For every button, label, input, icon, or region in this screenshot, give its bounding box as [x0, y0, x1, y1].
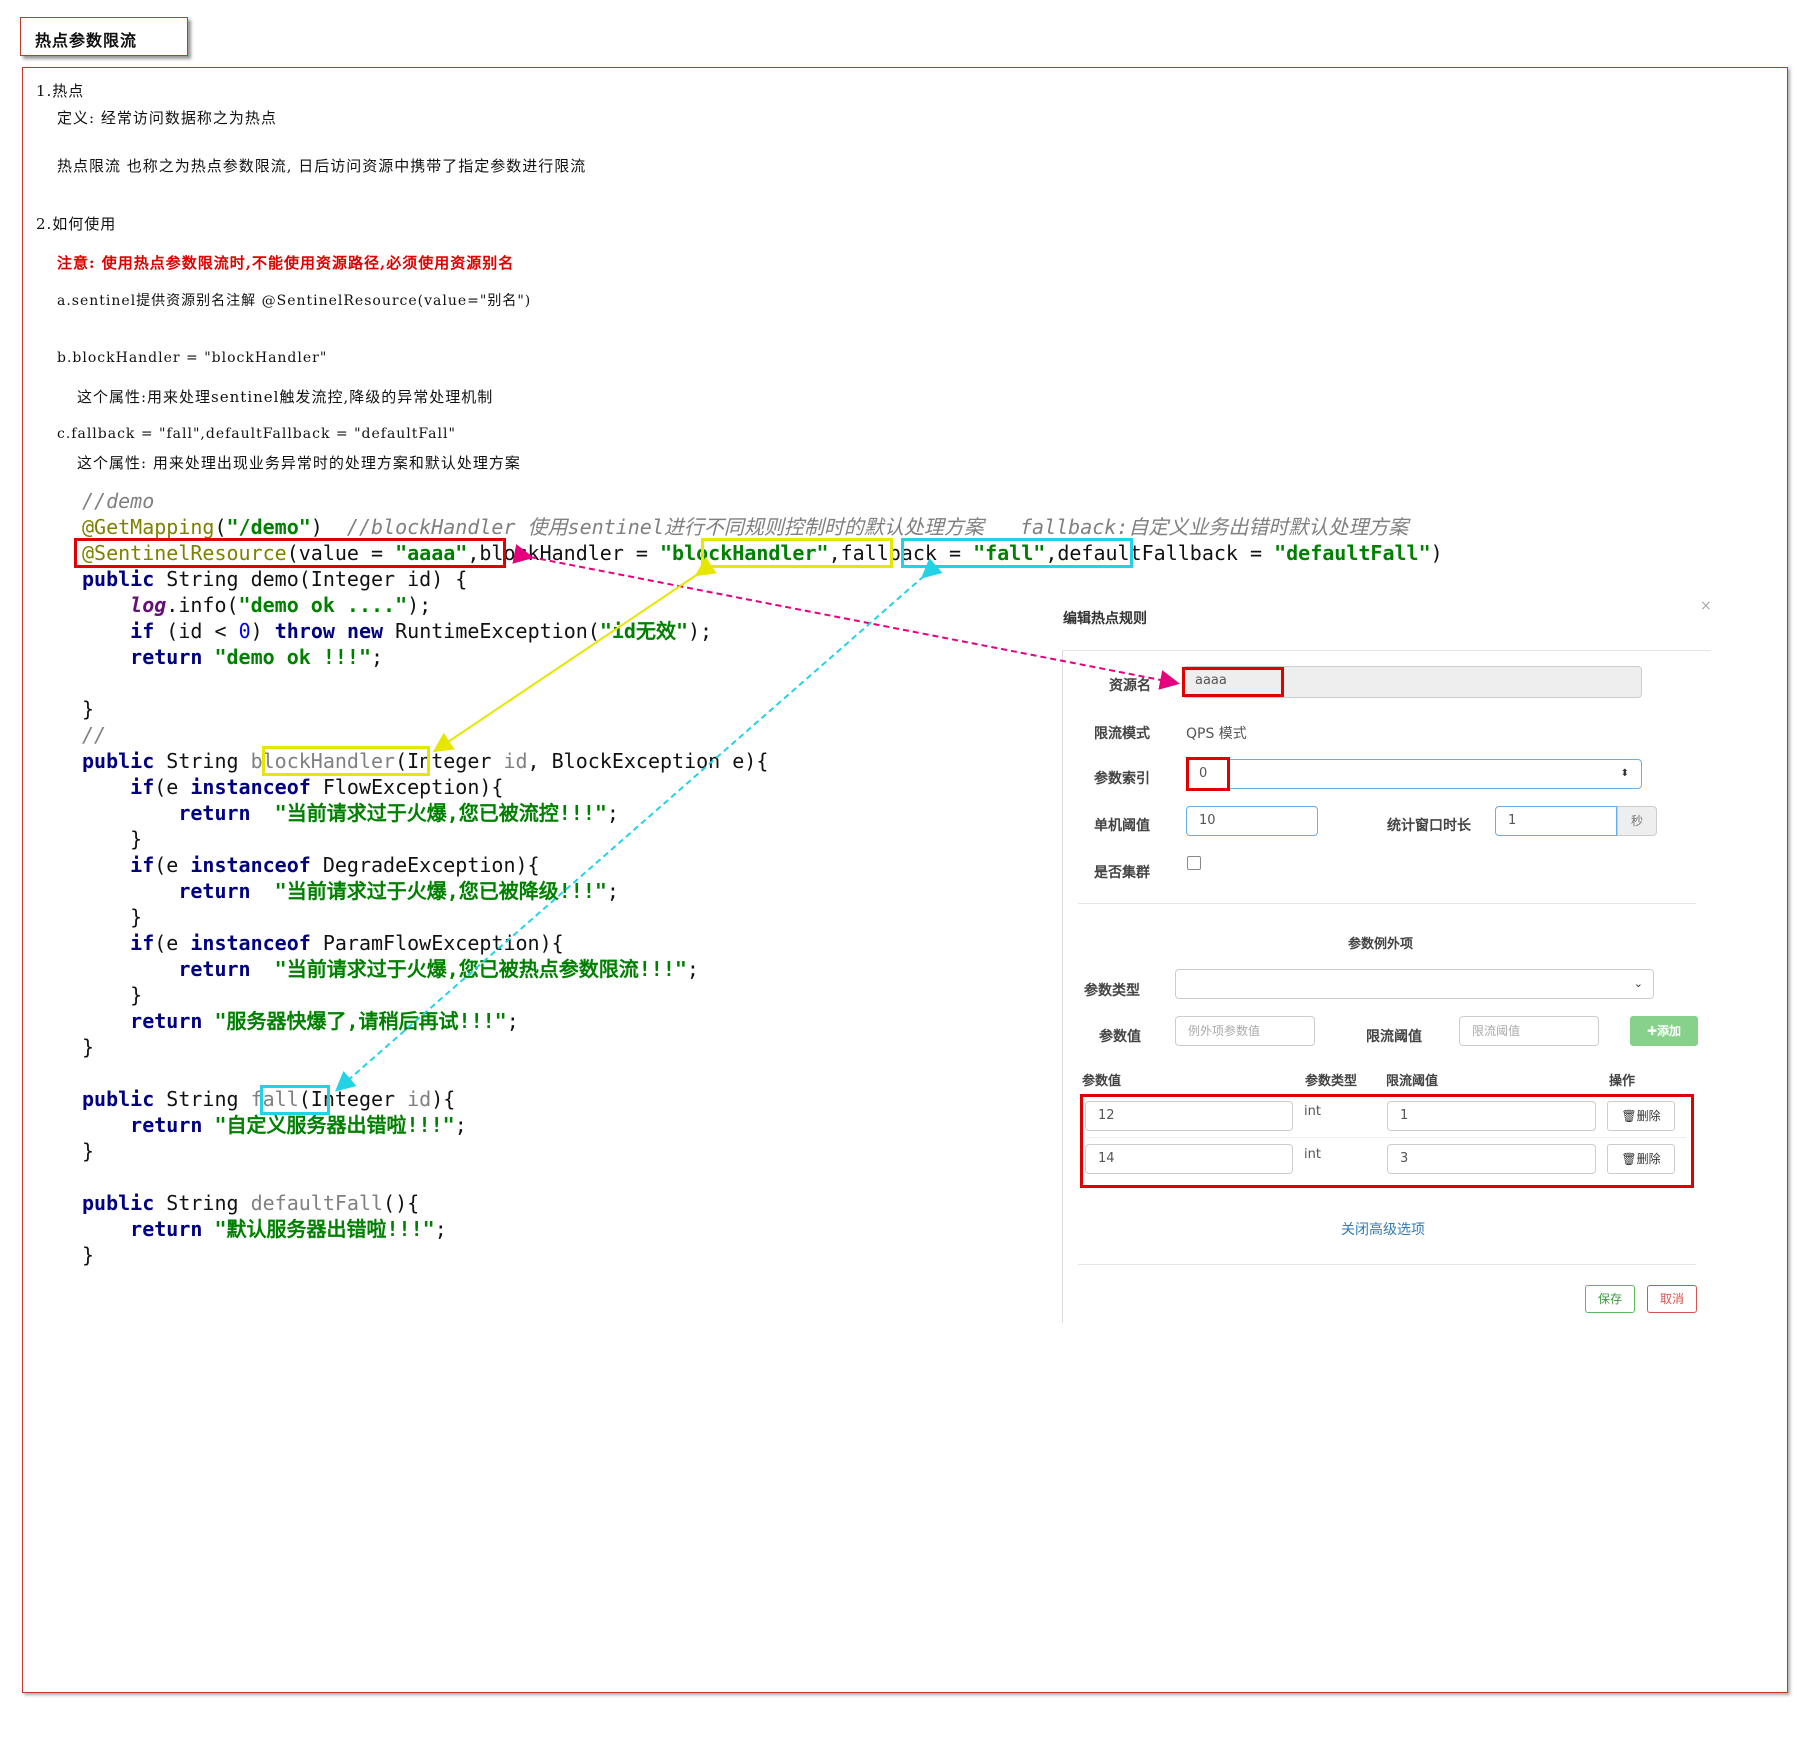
arrow-fallback [334, 557, 943, 1092]
arrow-blockhandler [432, 556, 717, 753]
annotation-arrows [334, 544, 1180, 1092]
arrow-resource-to-dialog [512, 544, 1180, 690]
